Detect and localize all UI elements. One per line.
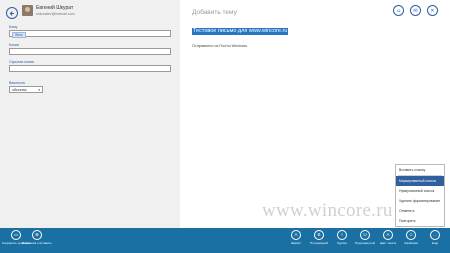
message-signature: Отправлено из Почты Windows [192, 44, 248, 48]
font-label: Шрифт [291, 241, 301, 245]
watermark: www.wincore.ru [262, 200, 393, 221]
attachments-button[interactable]: ⊕ Вложения и вставить [22, 230, 52, 245]
emoji-icon[interactable]: ☺ [393, 5, 404, 16]
attachments-label: Вложения и вставить [22, 241, 52, 245]
priority-label: Важность [9, 81, 26, 85]
priority-select[interactable]: обычная ▾ [9, 86, 43, 93]
emoticons-icon: ☺ [406, 230, 416, 240]
italic-label: Курсив [337, 241, 347, 245]
text-color-label: Цвет текста [379, 241, 397, 245]
cc-field[interactable] [9, 48, 171, 55]
underline-icon: U [360, 230, 370, 240]
emoticons-label: Смайлики [404, 241, 418, 245]
priority-value: обычная [12, 88, 27, 92]
cc-label: Копия [9, 43, 19, 47]
menu-item-bulleted-list[interactable]: Маркированный список [396, 176, 444, 186]
italic-icon: I [337, 230, 347, 240]
menu-item-clear-formatting[interactable]: Удалить форматирование [396, 196, 444, 206]
to-field[interactable]: Wins [9, 30, 171, 38]
chevron-down-icon: ▾ [38, 88, 40, 92]
avatar [22, 5, 33, 16]
to-label: Кому [9, 25, 18, 29]
sender-name: Евгений Шкурат [36, 5, 74, 11]
mail-compose-window: Евгений Шкурат shkuratev@hotmail.com Ком… [0, 0, 450, 253]
more-icon: … [430, 230, 440, 240]
sender-email: shkuratev@hotmail.com [36, 12, 75, 16]
bcc-label: Скрытая копия [9, 60, 34, 64]
bold-icon: B [314, 230, 324, 240]
recipient-chip[interactable]: Wins [12, 32, 26, 38]
text-color-icon: A [383, 230, 393, 240]
recipients-pane: Евгений Шкурат shkuratev@hotmail.com Ком… [0, 0, 180, 228]
font-icon: A [291, 230, 301, 240]
attachment-icon: ⊕ [32, 230, 42, 240]
more-button[interactable]: … Еще [420, 230, 450, 245]
menu-item-redo[interactable]: Повторить [396, 216, 444, 226]
bcc-field[interactable] [9, 65, 171, 72]
menu-item-numbered-list[interactable]: Нумерованный список [396, 186, 444, 196]
top-actions: ☺ ✉ ✕ [393, 5, 438, 16]
more-label: Еще [431, 241, 439, 245]
app-bar: ▭ Сохранить черновик ⊕ Вложения и встави… [0, 228, 450, 253]
menu-item-insert-link[interactable]: Вставить ссылку [396, 165, 444, 175]
back-button[interactable] [6, 7, 18, 19]
bold-label: Полужирный [310, 241, 328, 245]
save-icon: ▭ [11, 230, 21, 240]
context-menu: Вставить ссылку Маркированный список Нум… [395, 164, 445, 227]
delete-icon[interactable]: ✕ [427, 5, 438, 16]
send-icon[interactable]: ✉ [410, 5, 421, 16]
back-arrow-icon [9, 10, 14, 16]
subject-field[interactable]: Добавить тему [192, 9, 237, 16]
menu-item-undo[interactable]: Отменить [396, 206, 444, 216]
message-body-selected-text[interactable]: Тестовое письмо для www.wincore.ru [192, 28, 289, 35]
